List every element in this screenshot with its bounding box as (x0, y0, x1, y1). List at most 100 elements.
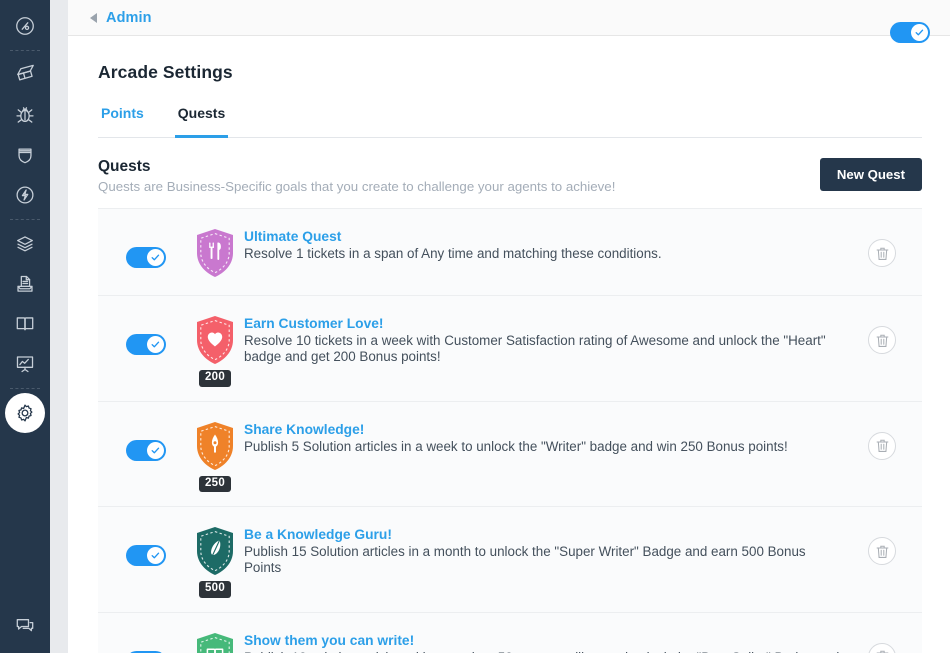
quest-enabled-toggle-cell (114, 225, 186, 268)
sidebar-divider (10, 219, 40, 220)
quest-enabled-toggle[interactable] (126, 247, 166, 268)
open-book-shield-icon (193, 631, 237, 653)
sidebar-gutter (50, 0, 68, 653)
analytics-board-icon (14, 353, 36, 375)
trash-icon (876, 246, 889, 261)
toggle-knob (911, 24, 928, 41)
quest-description: Resolve 10 tickets in a week with Custom… (244, 333, 840, 366)
bolt-icon (14, 184, 36, 206)
app-root: Admin Arcade Settings Points Quests Ques… (0, 0, 950, 653)
arcade-master-toggle[interactable] (890, 22, 930, 48)
quest-text-cell: Be a Knowledge Guru! Publish 15 Solution… (244, 523, 854, 577)
sidebar-item-solutions[interactable] (5, 304, 45, 344)
quest-text-cell: Ultimate Quest Resolve 1 tickets in a sp… (244, 225, 854, 262)
trash-icon (876, 333, 889, 348)
delete-quest-button[interactable] (868, 239, 896, 267)
caret-left-icon[interactable] (90, 13, 97, 23)
layers-icon (14, 233, 36, 255)
bug-icon (14, 104, 36, 126)
delete-quest-button[interactable] (868, 326, 896, 354)
quest-badge-cell: 250 (186, 418, 244, 493)
check-icon (150, 252, 161, 263)
quest-row: 500 Be a Knowledge Guru! Publish 15 Solu… (98, 507, 922, 613)
quest-delete-cell (854, 523, 910, 565)
quest-row: Ultimate Quest Resolve 1 tickets in a sp… (98, 208, 922, 296)
gear-icon (14, 402, 36, 424)
tab-points[interactable]: Points (98, 105, 147, 138)
quest-delete-cell (854, 312, 910, 354)
quests-section-text: Quests Quests are Business-Specific goal… (98, 158, 615, 194)
quest-enabled-toggle-cell (114, 418, 186, 461)
quest-text-cell: Show them you can write! Publish 10 solu… (244, 629, 854, 653)
section-subtitle: Quests are Business-Specific goals that … (98, 179, 615, 194)
settings-tabs: Points Quests (98, 105, 922, 138)
check-icon (914, 27, 925, 38)
check-icon (150, 445, 161, 456)
delete-quest-button[interactable] (868, 643, 896, 653)
quest-enabled-toggle[interactable] (126, 334, 166, 355)
quest-description: Publish 15 Solution articles in a month … (244, 544, 840, 577)
sidebar-item-bugs[interactable] (5, 95, 45, 135)
sidebar-item-shield[interactable] (5, 135, 45, 175)
sidebar-item-changes[interactable] (5, 264, 45, 304)
quest-badge-cell: 500 (186, 629, 244, 653)
main-content: Admin Arcade Settings Points Quests Ques… (68, 0, 950, 653)
trash-icon (876, 438, 889, 453)
page-title: Arcade Settings (98, 62, 922, 83)
dashboard-icon (14, 15, 36, 37)
quest-enabled-toggle-cell (114, 523, 186, 566)
sidebar-item-assets[interactable] (5, 224, 45, 264)
pen-nib-shield-icon (193, 420, 237, 472)
cutlery-shield-icon (193, 227, 237, 279)
toggle-knob (147, 547, 164, 564)
tab-quests[interactable]: Quests (175, 105, 228, 138)
toggle-track[interactable] (890, 22, 930, 43)
quest-row: 500 Show them you can write! Publish 10 … (98, 613, 922, 653)
document-tray-icon (14, 273, 36, 295)
sidebar-item-analytics[interactable] (5, 344, 45, 384)
quest-text-cell: Share Knowledge! Publish 5 Solution arti… (244, 418, 854, 455)
page-header: Arcade Settings (68, 36, 950, 83)
quest-delete-cell (854, 629, 910, 653)
left-nav-sidebar (0, 0, 50, 653)
quest-enabled-toggle-cell (114, 629, 186, 653)
quest-enabled-toggle[interactable] (126, 545, 166, 566)
quest-points-badge: 250 (199, 476, 231, 493)
chat-icon (14, 614, 36, 636)
trash-icon (876, 544, 889, 559)
breadcrumb-admin-link[interactable]: Admin (106, 10, 152, 26)
section-title: Quests (98, 158, 615, 176)
quest-description: Publish 5 Solution articles in a week to… (244, 439, 840, 455)
feather-shield-icon (193, 525, 237, 577)
toggle-knob (147, 442, 164, 459)
shield-icon (14, 144, 36, 166)
quest-row: 250 Share Knowledge! Publish 5 Solution … (98, 402, 922, 508)
quest-description: Resolve 1 tickets in a span of Any time … (244, 246, 840, 262)
quest-badge-cell (186, 225, 244, 279)
check-icon (150, 339, 161, 350)
quest-title[interactable]: Be a Knowledge Guru! (244, 527, 840, 542)
sidebar-item-automation[interactable] (5, 175, 45, 215)
check-icon (150, 550, 161, 561)
trash-icon (876, 649, 889, 653)
quest-title[interactable]: Share Knowledge! (244, 422, 840, 437)
sidebar-item-dashboard[interactable] (5, 6, 45, 46)
quest-title[interactable]: Show them you can write! (244, 633, 840, 648)
sidebar-divider (10, 50, 40, 51)
quest-title[interactable]: Earn Customer Love! (244, 316, 840, 331)
delete-quest-button[interactable] (868, 432, 896, 460)
quest-title[interactable]: Ultimate Quest (244, 229, 840, 244)
ticket-icon (14, 64, 36, 86)
quest-text-cell: Earn Customer Love! Resolve 10 tickets i… (244, 312, 854, 366)
sidebar-item-tickets[interactable] (5, 55, 45, 95)
sidebar-divider (10, 388, 40, 389)
book-icon (14, 313, 36, 335)
sidebar-item-admin[interactable] (5, 393, 45, 433)
quest-points-badge: 200 (199, 370, 231, 387)
quest-enabled-toggle[interactable] (126, 440, 166, 461)
quest-description: Publish 10 solution articles with more t… (244, 650, 840, 653)
sidebar-item-chat[interactable] (5, 605, 45, 645)
quest-enabled-toggle-cell (114, 312, 186, 355)
delete-quest-button[interactable] (868, 537, 896, 565)
new-quest-button[interactable]: New Quest (820, 158, 922, 191)
